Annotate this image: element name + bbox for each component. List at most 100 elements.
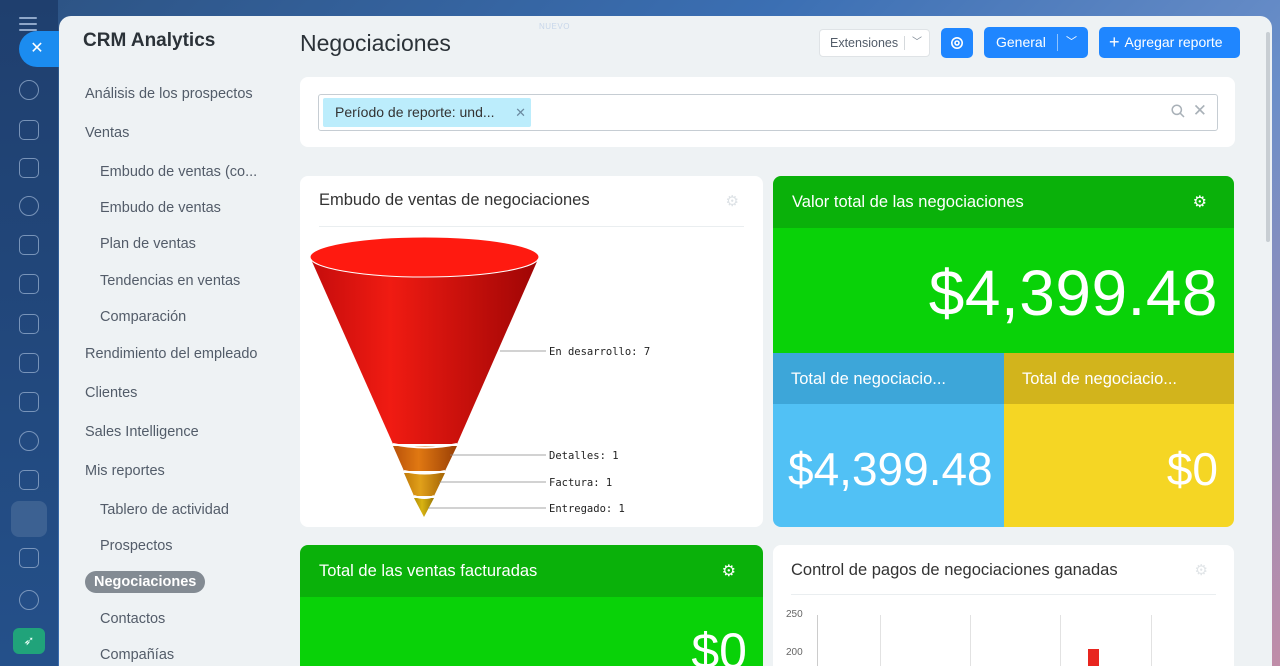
funnel-gap-2 [403,470,446,475]
total-value: $4,399.48 [928,257,1218,329]
sub-left-header: Total de negociacio... [773,353,1004,404]
grid-line [1060,615,1061,666]
general-label: General [996,34,1046,50]
gear-icon [951,37,963,49]
billed-value-block: $0 [300,597,763,666]
chevron-down-icon[interactable]: ﹀ [1066,27,1077,58]
billed-value: $0 [691,623,747,666]
widget-title: Embudo de ventas de negociaciones [319,191,590,209]
chat-icon[interactable] [19,120,39,140]
nav-item[interactable]: Comparación [100,309,186,325]
sites-icon[interactable] [19,314,39,334]
sub-right-header: Total de negociacio... [1004,353,1234,404]
grid-line [970,615,971,666]
widget-title: Control de pagos de negociaciones ganada… [791,561,1118,579]
nav-item[interactable]: Sales Intelligence [85,424,199,440]
nav-item[interactable]: Compañías [100,647,174,663]
nav-item[interactable]: Clientes [85,385,137,401]
nav-item[interactable]: Mis reportes [85,463,165,479]
card-icon[interactable] [19,353,39,373]
settings-button[interactable] [941,28,973,58]
gear-icon[interactable]: ⚙ [726,192,739,210]
widget-title: Valor total de las negociaciones [792,193,1024,211]
groups-icon[interactable] [19,196,39,216]
add-report-button[interactable]: + Agregar reporte [1099,27,1240,58]
close-panel-button[interactable]: ✕ [19,31,59,67]
checkbox-icon[interactable] [19,470,39,490]
billed-sales-widget: Total de las ventas facturadas ⚙ $0 [300,545,763,666]
divider [1057,34,1058,51]
mail-icon[interactable] [19,392,39,412]
gear-icon[interactable]: ⚙ [1193,192,1207,212]
page-title: Negociaciones [300,30,451,56]
funnel-gap-3 [413,495,435,499]
nav-item-active[interactable]: Negociaciones [85,571,206,593]
divider [791,594,1216,595]
sub-right-body: $0 [1004,404,1234,527]
extensions-label: Extensiones [830,36,899,50]
funnel-label-factura: Factura: 1 [549,477,612,489]
divider [904,36,905,50]
scrollbar[interactable] [1266,32,1270,242]
filter-card: Período de reporte: und... ✕ ✕ [300,77,1235,147]
add-report-label: Agregar reporte [1124,34,1223,50]
sub-right-title: Total de negociacio... [1022,370,1178,388]
nav-item[interactable]: Ventas [85,125,129,141]
funnel-segment-detalles[interactable] [393,446,457,471]
contacts-icon[interactable] [19,431,39,451]
nav-item[interactable]: Prospectos [100,538,173,554]
documents-icon[interactable] [19,274,39,294]
y-tick: 200 [786,647,803,658]
funnel-widget: En desarrollo: 7 Detalles: 1 Factura: 1 … [300,176,763,527]
widget-title: Total de las ventas facturadas [319,562,538,580]
feed-icon[interactable] [19,80,39,100]
extensions-button[interactable]: Extensiones ﹀ [819,29,930,57]
main-panel: NUEVO CRM Analytics Análisis de los pros… [59,16,1272,666]
settings-icon[interactable] [19,590,39,610]
funnel-label-detalles: Detalles: 1 [549,450,619,462]
funnel-segment-factura[interactable] [404,473,445,496]
general-button[interactable]: General ﹀ [984,27,1088,58]
filter-input[interactable]: Período de reporte: und... ✕ ✕ [318,94,1218,131]
chip-remove-icon[interactable]: ✕ [515,98,526,127]
tasks-icon[interactable] [19,158,39,178]
plus-icon: + [1109,32,1120,52]
grid-line [880,615,881,666]
robot-icon[interactable] [19,548,39,568]
crm-icon[interactable] [11,501,47,537]
nav-item[interactable]: Tendencias en ventas [100,273,240,289]
nav-item[interactable]: Embudo de ventas (co... [100,164,257,180]
nav-item[interactable]: Rendimiento del empleado [85,346,258,362]
sub-left-value: $4,399.48 [788,443,993,495]
funnel-layer: En desarrollo: 7 Detalles: 1 Factura: 1 … [309,236,650,517]
nav-item[interactable]: Contactos [100,611,165,627]
chevron-down-icon: ﹀ [912,37,922,48]
sub-left-title: Total de negociacio... [791,370,947,388]
gear-icon[interactable]: ⚙ [1195,561,1208,579]
nav-item[interactable]: Plan de ventas [100,236,196,252]
nav-item[interactable]: Embudo de ventas [100,200,221,216]
filter-chip[interactable]: Período de reporte: und... ✕ [323,98,531,127]
sidebar: CRM Analytics Análisis de los prospectos… [59,16,289,666]
nav-item[interactable]: Tablero de actividad [100,502,229,518]
calendar-icon[interactable] [19,235,39,255]
y-axis [817,615,818,666]
funnel-label-entregado: Entregado: 1 [549,503,625,515]
funnel-segment-entregado[interactable] [414,498,434,517]
payment-bar[interactable] [1088,649,1099,666]
sub-right-value: $0 [1166,443,1218,495]
new-badge: NUEVO [539,22,570,31]
funnel-segment-en-desarrollo[interactable] [310,257,539,444]
menu-icon[interactable] [19,17,37,31]
gear-icon[interactable]: ⚙ [722,561,736,581]
search-icon[interactable] [1171,104,1185,118]
grid-line [1151,615,1152,666]
rocket-icon[interactable]: ➶ [13,628,45,654]
filter-chip-label: Período de reporte: und... [335,104,495,120]
app-title: CRM Analytics [83,30,216,51]
widget-header: Valor total de las negociaciones ⚙ [773,176,1234,228]
nav-item[interactable]: Análisis de los prospectos [85,86,253,102]
clear-icon[interactable]: ✕ [1193,101,1207,121]
total-value-widget: Valor total de las negociaciones ⚙ $4,39… [773,176,1234,527]
y-tick: 250 [786,609,803,620]
